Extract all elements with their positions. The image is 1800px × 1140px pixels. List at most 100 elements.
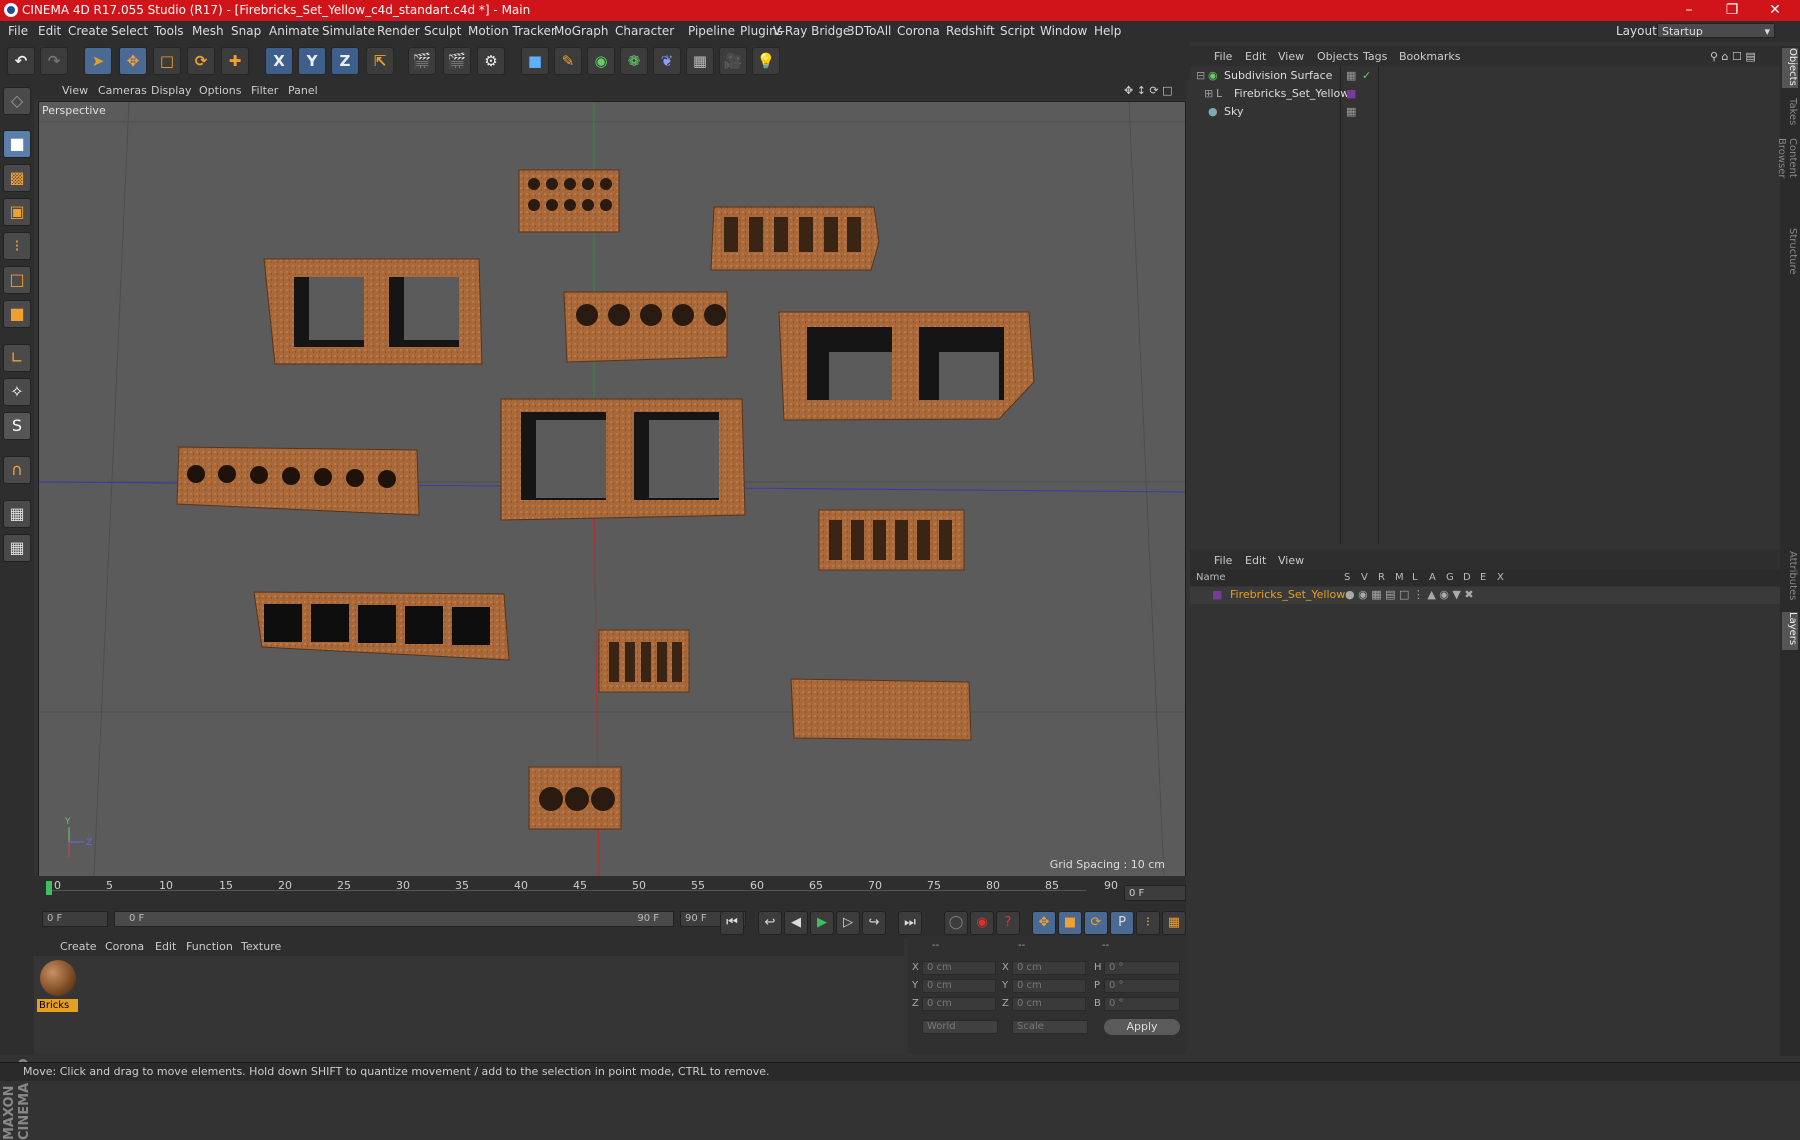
object-row-firebricks[interactable]: ⊞ L Firebricks_Set_Yellow ■ — [1190, 85, 1780, 103]
restore-button[interactable]: ❐ — [1711, 0, 1753, 21]
playhead[interactable] — [46, 881, 52, 895]
om-menu-bookmarks[interactable]: Bookmarks — [1399, 50, 1460, 63]
rotation-b-field[interactable]: 0 ° — [1104, 997, 1180, 1011]
menu-character[interactable]: Character — [615, 24, 674, 38]
planar-workplane-icon[interactable]: ▦ — [3, 534, 31, 562]
viewport-menu-panel[interactable]: Panel — [288, 84, 318, 97]
enabled-check-icon[interactable]: ✓ — [1362, 67, 1371, 85]
start-frame-field[interactable]: 0 F — [42, 911, 108, 927]
brick-5-round-hole[interactable] — [563, 291, 728, 363]
material-menu-create[interactable]: Create — [60, 940, 97, 953]
close-button[interactable]: ✕ — [1754, 0, 1796, 21]
redo-button[interactable]: ↷ — [40, 47, 68, 75]
om-menu-edit[interactable]: Edit — [1245, 50, 1266, 63]
snap-icon[interactable]: S — [3, 412, 31, 440]
tweak-mode-icon[interactable]: ✧ — [3, 378, 31, 406]
record-parameter-icon[interactable]: P — [1110, 911, 1134, 935]
next-key-button[interactable]: ↪ — [862, 911, 886, 935]
y-axis-lock[interactable]: Y — [298, 47, 326, 75]
material-menu-function[interactable]: Function — [186, 940, 233, 953]
menu-sculpt[interactable]: Sculpt — [424, 24, 461, 38]
rotation-p-field[interactable]: 0 ° — [1104, 979, 1180, 993]
tab-content-browser[interactable]: Content Browser — [1776, 138, 1798, 218]
workplane-icon[interactable]: ▣ — [3, 198, 31, 226]
record-position-icon[interactable]: ✥ — [1032, 911, 1056, 935]
menu-redshift[interactable]: Redshift — [946, 24, 995, 38]
om-menu-file[interactable]: File — [1214, 50, 1232, 63]
points-mode-icon[interactable]: ⁝ — [3, 232, 31, 260]
edges-mode-icon[interactable]: □ — [3, 266, 31, 294]
menu-mograph[interactable]: MoGraph — [554, 24, 609, 38]
record-scale-icon[interactable]: ■ — [1058, 911, 1082, 935]
menu-create[interactable]: Create — [68, 24, 108, 38]
play-button[interactable]: ▶ — [810, 911, 834, 935]
viewport-menu-display[interactable]: Display — [151, 84, 192, 97]
material-preview-bricks[interactable] — [40, 960, 76, 996]
object-row-subdivision-surface[interactable]: ⊟ ◉ Subdivision Surface ▦ ✓ — [1190, 67, 1780, 85]
material-name[interactable]: Bricks — [37, 999, 78, 1012]
minimize-button[interactable]: – — [1668, 0, 1710, 21]
tab-layers[interactable]: Layers — [1782, 612, 1798, 650]
timeline-ruler[interactable]: 0 5 10 15 20 25 30 35 40 45 50 55 60 65 … — [34, 876, 1186, 908]
menu-simulate[interactable]: Simulate — [322, 24, 375, 38]
magnet-icon[interactable]: ∩ — [3, 456, 31, 484]
rotate-tool[interactable]: ⟳ — [187, 47, 215, 75]
move-tool[interactable]: ✥ — [119, 47, 147, 75]
menu-render[interactable]: Render — [377, 24, 420, 38]
menu-motion-tracker[interactable]: Motion Tracker — [468, 24, 556, 38]
frame-range-slider[interactable]: 0 F 90 F — [114, 911, 674, 927]
lm-menu-edit[interactable]: Edit — [1245, 554, 1266, 567]
om-menu-view[interactable]: View — [1278, 50, 1304, 63]
size-y-field[interactable]: 0 cm — [1012, 979, 1086, 993]
go-to-end-button[interactable]: ⏭ — [898, 911, 922, 935]
menu-pipeline[interactable]: Pipeline — [688, 24, 735, 38]
camera-icon[interactable]: 🎥 — [719, 47, 747, 75]
make-editable-icon[interactable]: ◇ — [3, 87, 31, 115]
next-frame-button[interactable]: ▷ — [836, 911, 860, 935]
render-settings-icon[interactable]: ⚙ — [477, 47, 505, 75]
menu-select[interactable]: Select — [111, 24, 148, 38]
brick-hollow-large-right[interactable] — [778, 311, 1035, 421]
3d-viewport[interactable]: Y Z Perspective Grid Spacing : 10 cm — [38, 101, 1186, 878]
current-frame-field[interactable]: 0 F — [1124, 885, 1186, 901]
point-level-animation-icon[interactable]: ⁝ — [1136, 911, 1160, 935]
light-icon[interactable]: 💡 — [752, 47, 780, 75]
pen-spline-icon[interactable]: ✎ — [554, 47, 582, 75]
size-x-field[interactable]: 0 cm — [1012, 961, 1086, 975]
subdivision-surface-icon[interactable]: ◉ — [587, 47, 615, 75]
axis-mode-icon[interactable]: ∟ — [3, 344, 31, 372]
render-view-icon[interactable]: 🎬 — [408, 47, 436, 75]
menu-edit[interactable]: Edit — [38, 24, 61, 38]
menu-mesh[interactable]: Mesh — [192, 24, 224, 38]
menu-animate[interactable]: Animate — [269, 24, 319, 38]
om-menu-tags[interactable]: Tags — [1363, 50, 1387, 63]
expand-icon[interactable]: ⊞ — [1204, 85, 1213, 103]
brick-10-hole[interactable] — [518, 169, 620, 233]
coordinate-system-select[interactable]: World — [922, 1020, 998, 1034]
go-to-start-button[interactable]: ⏮ — [720, 911, 744, 935]
object-row-sky[interactable]: ● Sky ▦ — [1190, 103, 1780, 121]
previous-frame-button[interactable]: ◀ — [784, 911, 808, 935]
material-menu-edit[interactable]: Edit — [155, 940, 176, 953]
floor-icon[interactable]: ▦ — [686, 47, 714, 75]
texture-mode-icon[interactable]: ▩ — [3, 164, 31, 192]
z-axis-lock[interactable]: Z — [331, 47, 359, 75]
brick-3-round-hole[interactable] — [528, 766, 622, 830]
cube-icon[interactable]: ■ — [521, 47, 549, 75]
search-icon[interactable]: ⚲ ⌂ ☐ ▤ — [1710, 50, 1756, 63]
brick-7-round-hole[interactable] — [176, 446, 420, 516]
material-menu-texture[interactable]: Texture — [241, 940, 281, 953]
brick-hollow-2-cell[interactable] — [263, 258, 483, 365]
position-y-field[interactable]: 0 cm — [922, 979, 996, 993]
model-mode-icon[interactable]: ■ — [3, 130, 31, 158]
brick-solid[interactable] — [790, 678, 972, 741]
brick-5-slot-small[interactable] — [598, 629, 690, 693]
viewport-nav-icons[interactable]: ✥ ↕ ⟳ □ — [1124, 84, 1173, 97]
viewport-menu-cameras[interactable]: Cameras — [98, 84, 147, 97]
undo-button[interactable]: ↶ — [7, 47, 35, 75]
viewport-menu-filter[interactable]: Filter — [251, 84, 278, 97]
scale-tool[interactable]: □ — [153, 47, 181, 75]
apply-button[interactable]: Apply — [1104, 1019, 1180, 1035]
viewport-menu-options[interactable]: Options — [199, 84, 241, 97]
record-rotation-icon[interactable]: ⟳ — [1084, 911, 1108, 935]
